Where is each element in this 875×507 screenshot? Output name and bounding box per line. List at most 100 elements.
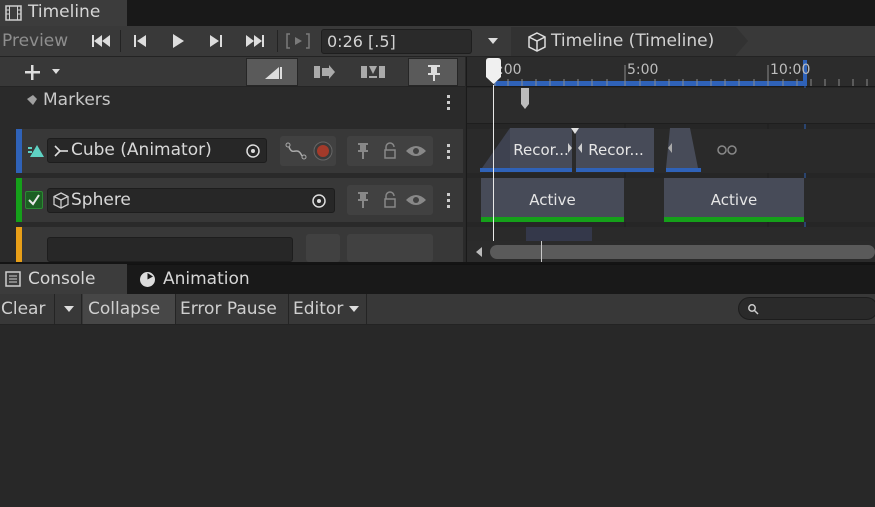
object-picker-icon[interactable]: [245, 143, 261, 159]
tab-animation[interactable]: Animation: [139, 264, 269, 294]
track-state-group: [347, 234, 433, 262]
chevron-down-icon: [488, 38, 498, 44]
marker[interactable]: [520, 88, 530, 110]
tab-animation-label: Animation: [163, 269, 250, 289]
tab-console[interactable]: Console: [5, 264, 127, 294]
chevron-down-icon: [64, 306, 74, 312]
step-back-icon: [134, 35, 146, 47]
track-color-bar: [16, 227, 22, 262]
track-menu-button[interactable]: [441, 190, 455, 210]
track-name-field[interactable]: Sphere: [47, 188, 335, 213]
play-button[interactable]: [161, 27, 195, 55]
track-color-bar: [16, 129, 22, 173]
console-icon: [5, 271, 21, 287]
timeline-dropdown-button[interactable]: [480, 27, 506, 55]
collapse-toggle[interactable]: Collapse: [83, 294, 176, 324]
search-input[interactable]: [738, 297, 875, 320]
breadcrumb-label: Timeline (Timeline): [551, 31, 715, 51]
chevron-down-icon: [349, 306, 359, 312]
scrollbar-thumb[interactable]: [490, 245, 875, 259]
playhead-handle[interactable]: [485, 57, 502, 85]
curves-icon[interactable]: [285, 142, 307, 160]
markers-header: Markers: [22, 90, 122, 112]
clip-label: Active: [529, 191, 576, 209]
ruler-tick-label-10: 10:00: [770, 62, 811, 78]
console-log-area[interactable]: [0, 325, 875, 507]
preview-toggle[interactable]: Preview: [0, 27, 80, 55]
editor-dropdown-label: Editor: [293, 299, 344, 319]
markers-menu-button[interactable]: [441, 92, 455, 112]
animator-icon: [54, 145, 68, 157]
lock-icon[interactable]: [383, 142, 397, 160]
skip-start-icon: [92, 35, 110, 47]
edit-mode-button[interactable]: [350, 58, 398, 86]
play-range-icon: [286, 33, 310, 49]
clock-icon: [140, 272, 155, 287]
cube-icon: [528, 32, 546, 52]
clip-label[interactable]: Recor...: [510, 141, 572, 159]
clip-label: Active: [710, 191, 758, 209]
kebab-menu-icon: [447, 95, 450, 110]
track-name-label: Sphere: [71, 190, 131, 210]
cube-icon: [53, 192, 69, 209]
pin-icon[interactable]: [357, 191, 369, 209]
breadcrumb[interactable]: Timeline (Timeline): [511, 27, 736, 56]
scroll-left-icon[interactable]: [474, 246, 484, 258]
pin-toggle-button[interactable]: [408, 58, 458, 86]
go-to-end-button[interactable]: [238, 27, 272, 55]
divider: [277, 30, 278, 52]
track-name-field[interactable]: [47, 237, 293, 262]
plus-dropdown-icon: [25, 65, 60, 80]
insert-mode-icon: [361, 66, 385, 78]
partial-clip[interactable]: [526, 227, 592, 241]
clear-options-dropdown[interactable]: [56, 294, 82, 324]
marker-pin-icon: [24, 95, 37, 108]
error-pause-toggle[interactable]: Error Pause: [176, 294, 289, 324]
play-range-button[interactable]: [281, 27, 315, 55]
active-checkbox[interactable]: [25, 191, 43, 209]
track-name-field[interactable]: Cube (Animator): [47, 138, 267, 163]
film-icon: [5, 5, 22, 21]
marker-icon: [521, 88, 529, 109]
clear-button[interactable]: Clear: [0, 294, 55, 324]
pin-icon: [428, 65, 440, 81]
tab-timeline-label: Timeline: [28, 2, 101, 22]
snap-toggle-button[interactable]: [246, 58, 298, 86]
step-forward-icon: [210, 35, 222, 47]
console-tabbar: [0, 264, 875, 294]
pin-icon[interactable]: [357, 142, 369, 160]
object-picker-icon[interactable]: [311, 193, 327, 209]
replace-mode-button[interactable]: [303, 58, 345, 86]
play-icon: [173, 34, 184, 48]
playhead-icon: [486, 58, 501, 84]
tab-timeline[interactable]: Timeline: [0, 0, 128, 26]
checkmark-icon: [28, 194, 40, 206]
infinite-clip-icon: [717, 145, 737, 155]
search-icon: [748, 304, 759, 315]
activation-clip[interactable]: Active: [481, 178, 624, 222]
previous-frame-button[interactable]: [123, 27, 157, 55]
go-to-start-button[interactable]: [84, 27, 118, 55]
animation-track-icon: [28, 145, 44, 157]
track-menu-button[interactable]: [441, 141, 455, 161]
skip-end-icon: [246, 35, 264, 47]
track-color-bar: [16, 178, 22, 222]
activation-clip[interactable]: Active: [664, 178, 804, 222]
next-frame-button[interactable]: [199, 27, 233, 55]
playhead-time-field[interactable]: 0:26 [.5]: [321, 29, 472, 54]
lock-icon[interactable]: [383, 191, 397, 209]
breadcrumb-arrow: [736, 27, 748, 55]
editor-dropdown[interactable]: Editor: [289, 294, 367, 324]
ruler-tick-label-5: 5:00: [627, 62, 659, 78]
kebab-menu-icon: [447, 193, 450, 208]
divider: [120, 30, 121, 52]
eye-icon[interactable]: [405, 144, 427, 158]
track-icon-group: [306, 234, 340, 262]
record-icon[interactable]: [313, 141, 333, 161]
kebab-menu-icon: [447, 144, 450, 159]
markers-label: Markers: [43, 90, 111, 110]
clip-label[interactable]: Recor...: [582, 141, 650, 159]
mix-mode-icon: [314, 65, 335, 79]
eye-icon[interactable]: [405, 193, 427, 207]
add-track-button[interactable]: [18, 58, 68, 86]
